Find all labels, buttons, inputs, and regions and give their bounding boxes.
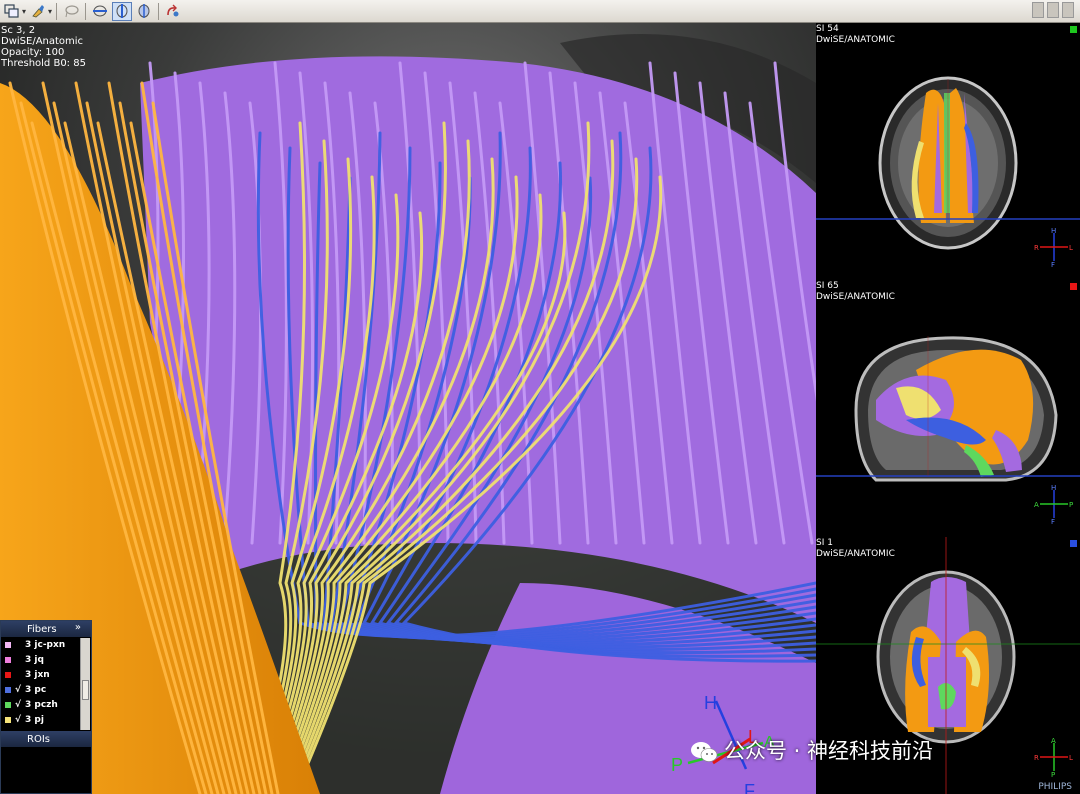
tractography-3d-view[interactable]: Sc 3, 2 DwiSE/Anatomic Opacity: 100 Thre… [0, 23, 816, 794]
axis-label-left: P [671, 755, 683, 775]
view-label: SI 1 DwiSE/ANATOMIC [816, 538, 895, 560]
wechat-brand-overlay: 公众号 · 神经科技前沿 [690, 735, 933, 765]
view-layout-dropdown-icon[interactable]: ▾ [22, 7, 26, 16]
axial-plane-icon[interactable] [90, 2, 110, 21]
sagittal-slice-view[interactable]: SI 65 DwiSE/ANATOMIC H F A P [816, 280, 1080, 536]
collapse-chevron-icon[interactable]: » [75, 622, 81, 633]
view-label: SI 65 DwiSE/ANATOMIC [816, 281, 895, 303]
gizmo-top: H [1051, 227, 1056, 235]
gizmo-left: R [1034, 754, 1039, 762]
gizmo-top: H [1051, 484, 1056, 492]
gizmo-top: A [1051, 737, 1056, 745]
gizmo-right: L [1069, 244, 1073, 252]
purple-fiber-bundle [140, 56, 816, 624]
view-indicator [1070, 283, 1077, 290]
paint-brush-icon[interactable] [28, 2, 48, 21]
slice-number: SI 1 [816, 538, 833, 548]
gizmo-bottom: F [1051, 261, 1055, 267]
fiber-list-scrollbar[interactable] [80, 638, 90, 730]
fibers-panel: Fibers » 3 jc-pxn 3 jq 3 jxn √ 3 pc √ 3 pc… [0, 620, 92, 794]
fiber-label: 3 pj [25, 714, 44, 725]
view-indicator [1070, 540, 1077, 547]
fiber-tracts-render [0, 23, 816, 794]
fiber-list-item[interactable]: √ 3 pczh [1, 697, 91, 712]
fiber-color-swatch [5, 716, 11, 723]
view-indicator [1070, 26, 1077, 33]
fibers-panel-title: Fibers [27, 623, 57, 635]
slice-number: SI 54 [816, 24, 839, 34]
fiber-visibility-check[interactable]: √ [15, 685, 25, 695]
brand-text: 公众号 · 神经科技前沿 [724, 739, 934, 763]
fiber-list-item[interactable]: 3 jc-pxn [1, 637, 91, 652]
fiber-list-item[interactable]: 3 jq [1, 652, 91, 667]
gizmo-left: A [1034, 501, 1039, 509]
fiber-label: 3 jxn [25, 669, 50, 680]
fiber-list-item[interactable]: √ 3 pc [1, 682, 91, 697]
coronal-slice-view[interactable]: SI 54 DwiSE/ANATOMIC H F R L [816, 23, 1080, 279]
paint-brush-dropdown-icon[interactable]: ▾ [48, 7, 52, 16]
gizmo-bottom: P [1051, 771, 1055, 777]
fiber-list-item[interactable]: √ 3 pj [1, 712, 91, 727]
threshold-label: Threshold B0: 85 [1, 58, 86, 69]
contrast-label: DwiSE/Anatomic [1, 36, 84, 47]
rois-panel-header[interactable]: ROIs [1, 731, 91, 747]
orientation-gizmo: H F R L [1034, 227, 1073, 267]
view-layout-icon[interactable] [2, 2, 22, 21]
rois-panel-title: ROIs [27, 733, 50, 745]
slice-views-column: SI 54 DwiSE/ANATOMIC H F R L SI 65 DwiSE… [816, 23, 1080, 794]
fiber-list-item[interactable]: 3 jxn [1, 667, 91, 682]
toolbar-divider [85, 2, 87, 20]
fiber-label: 3 pczh [25, 699, 58, 710]
fiber-visibility-check[interactable]: √ [15, 700, 25, 710]
vendor-watermark: PHILIPS [1038, 782, 1072, 792]
axis-label-down: F [744, 781, 755, 794]
toolbar: ▾ ▾ [0, 0, 1080, 23]
view-label: SI 54 DwiSE/ANATOMIC [816, 24, 895, 46]
fiber-list: 3 jc-pxn 3 jq 3 jxn √ 3 pc √ 3 pczh √ 3 pj [1, 637, 91, 727]
fiber-color-swatch [5, 641, 11, 648]
toolbar-divider [56, 2, 58, 20]
wechat-icon [690, 741, 718, 763]
slice-number: SI 65 [816, 281, 839, 291]
sagittal-plane-icon[interactable] [112, 1, 133, 21]
reset-view-icon[interactable] [163, 2, 183, 21]
axis-label-up: H [704, 693, 717, 713]
gizmo-left: R [1034, 244, 1039, 252]
lasso-icon[interactable] [61, 2, 81, 21]
fiber-color-swatch [5, 701, 11, 708]
view-contrast: DwiSE/ANATOMIC [816, 292, 895, 302]
fiber-label: 3 pc [25, 684, 47, 695]
orientation-gizmo: H F A P [1034, 484, 1073, 524]
view-contrast: DwiSE/ANATOMIC [816, 549, 895, 559]
opacity-label: Opacity: 100 [1, 47, 65, 58]
gizmo-bottom: F [1051, 518, 1055, 524]
gizmo-right: L [1069, 754, 1073, 762]
fiber-visibility-check[interactable]: √ [15, 715, 25, 725]
fiber-label: 3 jc-pxn [25, 639, 66, 650]
fiber-label: 3 jq [25, 654, 44, 665]
fiber-color-swatch [5, 671, 11, 678]
series-label: Sc 3, 2 [1, 25, 36, 36]
coronal-plane-icon[interactable] [134, 2, 154, 21]
scan-info-overlay: Sc 3, 2 DwiSE/Anatomic Opacity: 100 Thre… [1, 25, 86, 69]
gizmo-right: P [1069, 501, 1073, 509]
window-controls [1032, 2, 1074, 20]
orientation-gizmo: A P R L [1034, 737, 1073, 777]
fibers-panel-header[interactable]: Fibers » [1, 621, 91, 637]
fiber-color-swatch [5, 686, 11, 693]
view-contrast: DwiSE/ANATOMIC [816, 35, 895, 45]
fiber-color-swatch [5, 656, 11, 663]
toolbar-divider [158, 2, 160, 20]
scrollbar-thumb[interactable] [82, 680, 89, 700]
